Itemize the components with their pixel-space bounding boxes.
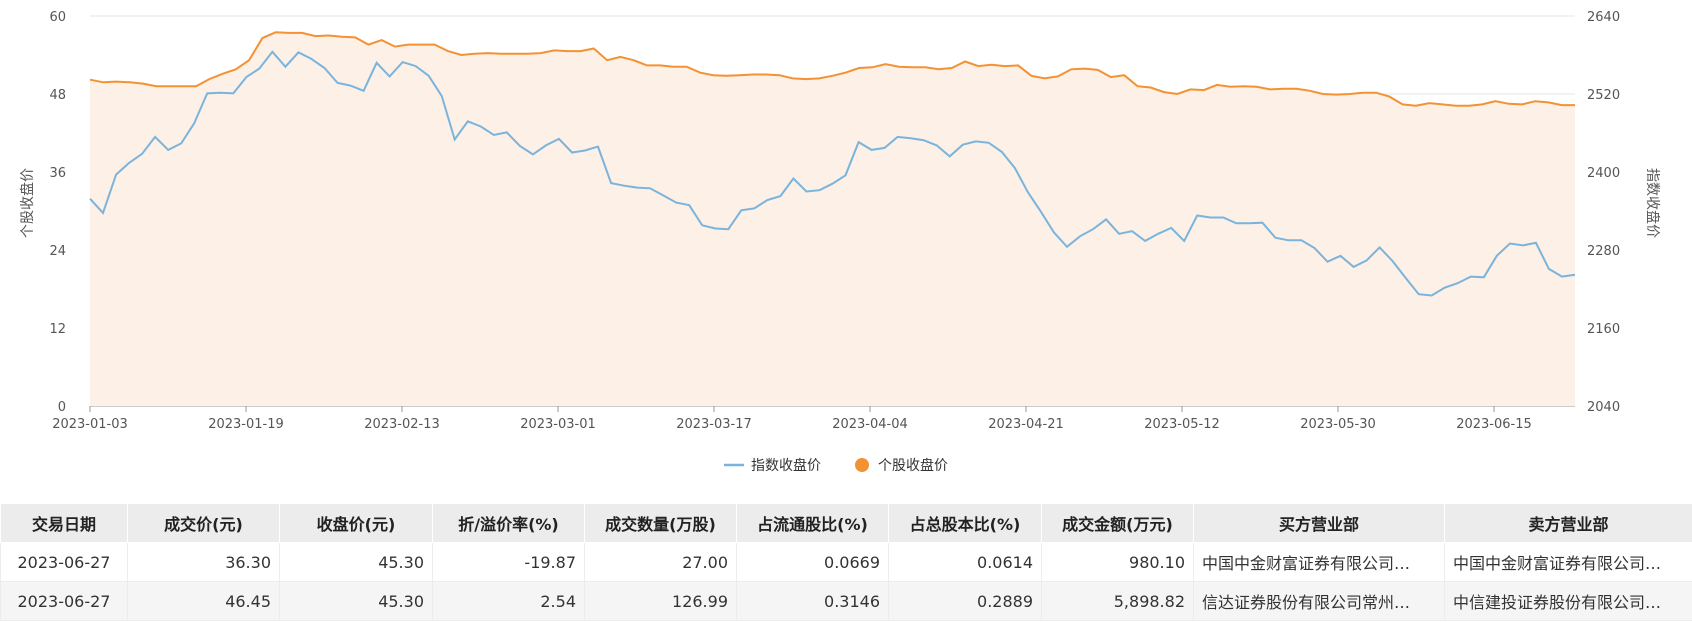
cell-buyer[interactable]: 中国中金财富证券有限公司… — [1193, 542, 1445, 582]
legend-index-label: 指数收盘价 — [751, 457, 821, 474]
cell-premium-rate: -19.87 — [432, 542, 585, 582]
block-trade-table: 交易日期 成交价(元) 收盘价(元) 折/溢价率(%) 成交数量(万股) 占流通… — [0, 503, 1692, 621]
x-tick-label: 2023-06-15 — [1456, 417, 1532, 432]
y-right-tick-label: 2400 — [1587, 166, 1620, 181]
cell-float-ratio: 0.0669 — [736, 542, 889, 582]
price-chart: 0 12 24 36 48 60 2040 2160 2280 2400 2520 2640 2023-… — [0, 0, 1692, 500]
col-header-float-ratio[interactable]: 占流通股比(%) — [736, 503, 889, 543]
table-row: 2023-06-27 46.45 45.30 2.54 126.99 0.314… — [0, 581, 1692, 621]
legend-stock-label: 个股收盘价 — [878, 457, 948, 474]
cell-volume: 126.99 — [584, 581, 737, 621]
y-left-tick-label: 48 — [49, 88, 66, 103]
cell-close-price: 45.30 — [279, 581, 433, 621]
cell-volume: 27.00 — [584, 542, 737, 582]
y-right-tick-label: 2280 — [1587, 244, 1620, 259]
col-header-buyer[interactable]: 买方营业部 — [1193, 503, 1445, 543]
legend-item-index[interactable]: 指数收盘价 — [724, 457, 821, 474]
x-tick-label: 2023-05-30 — [1300, 417, 1376, 432]
y-left-tick-label: 24 — [49, 244, 66, 259]
y-left-axis-title: 个股收盘价 — [19, 168, 36, 238]
y-left-tick-label: 12 — [49, 322, 66, 337]
cell-seller[interactable]: 中信建投证券股份有限公司… — [1444, 581, 1692, 621]
col-header-trade-date[interactable]: 交易日期 — [0, 503, 128, 543]
col-header-close-price[interactable]: 收盘价(元) — [279, 503, 433, 543]
y-left-tick-label: 60 — [49, 10, 66, 25]
cell-total-ratio: 0.2889 — [888, 581, 1042, 621]
col-header-trade-price[interactable]: 成交价(元) — [127, 503, 280, 543]
y-right-tick-label: 2520 — [1587, 88, 1620, 103]
x-tick-label: 2023-01-19 — [208, 417, 284, 432]
y-left-tick-label: 0 — [58, 400, 66, 415]
x-tick-label: 2023-03-17 — [676, 417, 752, 432]
cell-float-ratio: 0.3146 — [736, 581, 889, 621]
y-right-tick-label: 2160 — [1587, 322, 1620, 337]
col-header-premium-rate[interactable]: 折/溢价率(%) — [432, 503, 585, 543]
y-left-tick-label: 36 — [49, 166, 66, 181]
cell-premium-rate: 2.54 — [432, 581, 585, 621]
cell-trade-date: 2023-06-27 — [0, 542, 128, 582]
chart-canvas: 0 12 24 36 48 60 2040 2160 2280 2400 2520 2640 2023-… — [19, 10, 1661, 474]
y-right-axis-title: 指数收盘价 — [1644, 168, 1661, 238]
stock-price-area — [90, 32, 1575, 407]
table-row: 2023-06-27 36.30 45.30 -19.87 27.00 0.06… — [0, 542, 1692, 582]
cell-amount: 980.10 — [1041, 542, 1194, 582]
col-header-amount[interactable]: 成交金额(万元) — [1041, 503, 1194, 543]
legend-item-stock[interactable]: 个股收盘价 — [855, 457, 948, 474]
cell-amount: 5,898.82 — [1041, 581, 1194, 621]
col-header-seller[interactable]: 卖方营业部 — [1444, 503, 1692, 543]
x-tick-label: 2023-05-12 — [1144, 417, 1220, 432]
x-tick-label: 2023-03-01 — [520, 417, 596, 432]
y-right-tick-label: 2040 — [1587, 400, 1620, 415]
cell-buyer[interactable]: 信达证券股份有限公司常州… — [1193, 581, 1445, 621]
x-tick-label: 2023-04-21 — [988, 417, 1064, 432]
legend-stock-swatch — [855, 458, 869, 472]
cell-close-price: 45.30 — [279, 542, 433, 582]
cell-total-ratio: 0.0614 — [888, 542, 1042, 582]
cell-seller[interactable]: 中国中金财富证券有限公司… — [1444, 542, 1692, 582]
cell-trade-price: 36.30 — [127, 542, 280, 582]
x-tick-label: 2023-04-04 — [832, 417, 908, 432]
col-header-volume[interactable]: 成交数量(万股) — [584, 503, 737, 543]
col-header-total-ratio[interactable]: 占总股本比(%) — [888, 503, 1042, 543]
x-tick-label: 2023-02-13 — [364, 417, 440, 432]
legend[interactable]: 指数收盘价 个股收盘价 — [724, 457, 948, 474]
y-right-tick-label: 2640 — [1587, 10, 1620, 25]
table-header-row: 交易日期 成交价(元) 收盘价(元) 折/溢价率(%) 成交数量(万股) 占流通… — [0, 503, 1692, 543]
cell-trade-date: 2023-06-27 — [0, 581, 128, 621]
cell-trade-price: 46.45 — [127, 581, 280, 621]
x-tick-label: 2023-01-03 — [52, 417, 128, 432]
